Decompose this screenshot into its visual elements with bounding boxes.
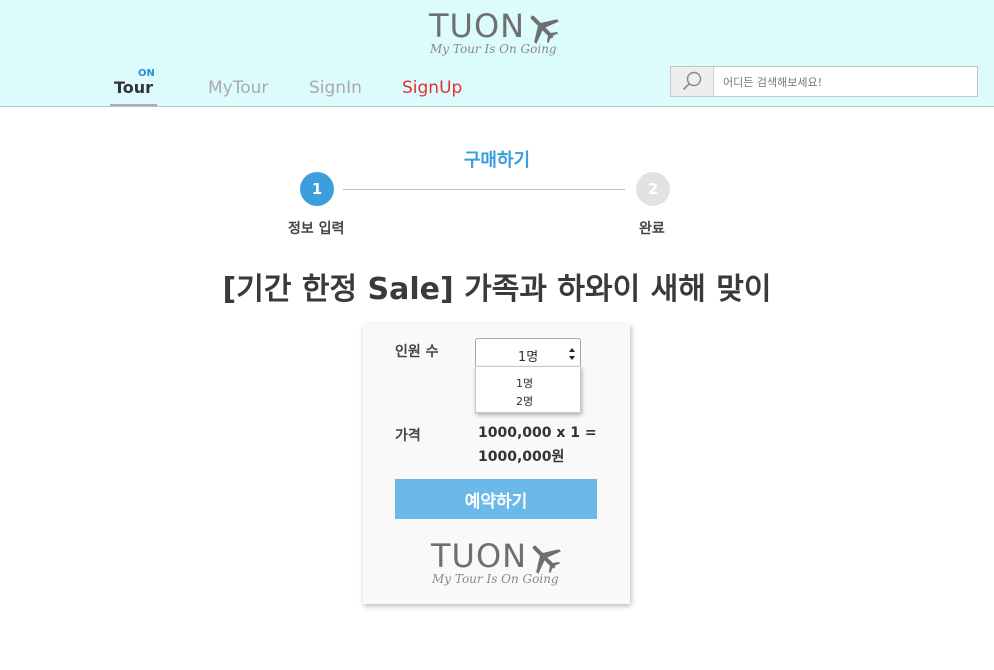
logo-brand: TUON xyxy=(429,7,526,45)
step-connector xyxy=(343,189,625,190)
logo-tagline: My Tour Is On Going xyxy=(430,42,557,56)
step-1-circle: 1 xyxy=(300,172,334,206)
price-formula: 1000,000 x 1 = xyxy=(478,425,597,441)
search-input[interactable] xyxy=(721,72,975,92)
search-button[interactable] xyxy=(671,67,714,96)
site-header: TUON My Tour Is On Going ON Tour MyTour … xyxy=(0,0,994,107)
price-total: 1000,000원 xyxy=(478,449,565,465)
logo-brand: TUON xyxy=(431,537,528,575)
people-count-select[interactable]: 1명 xyxy=(475,338,581,368)
logo-tagline: My Tour Is On Going xyxy=(432,572,559,586)
header-logo[interactable]: TUON My Tour Is On Going xyxy=(429,6,559,58)
step-2-circle: 2 xyxy=(636,172,670,206)
search-icon xyxy=(682,71,702,91)
nav-home-link[interactable]: Tour xyxy=(110,78,157,106)
step-1-label: 정보 입력 xyxy=(288,221,345,237)
purchase-title: 구매하기 xyxy=(463,150,531,171)
nav-signin-link[interactable]: SignIn xyxy=(309,78,362,98)
product-title: [기간 한정 Sale] 가족과 하와이 새해 맞이 xyxy=(222,272,772,307)
price-label: 가격 xyxy=(395,428,421,444)
plane-icon xyxy=(530,15,559,44)
select-arrows-icon xyxy=(569,348,575,360)
reserve-button[interactable]: 예약하기 xyxy=(395,479,597,519)
people-count-dropdown: 1명 2명 xyxy=(475,366,581,413)
nav-signup-link[interactable]: SignUp xyxy=(402,78,462,98)
people-option[interactable]: 1명 xyxy=(516,375,533,391)
card-logo: TUON My Tour Is On Going xyxy=(431,536,561,588)
search-bar xyxy=(670,66,978,97)
nav-mytour-link[interactable]: MyTour xyxy=(208,78,268,98)
people-option[interactable]: 2명 xyxy=(516,393,533,409)
people-count-label: 인원 수 xyxy=(395,344,439,360)
plane-icon xyxy=(532,545,561,574)
step-2-label: 완료 xyxy=(639,221,665,237)
booking-card: 인원 수 1명 1명 2명 가격 1000,000 x 1 = 1000,000… xyxy=(363,324,630,604)
people-count-value: 1명 xyxy=(518,350,539,365)
